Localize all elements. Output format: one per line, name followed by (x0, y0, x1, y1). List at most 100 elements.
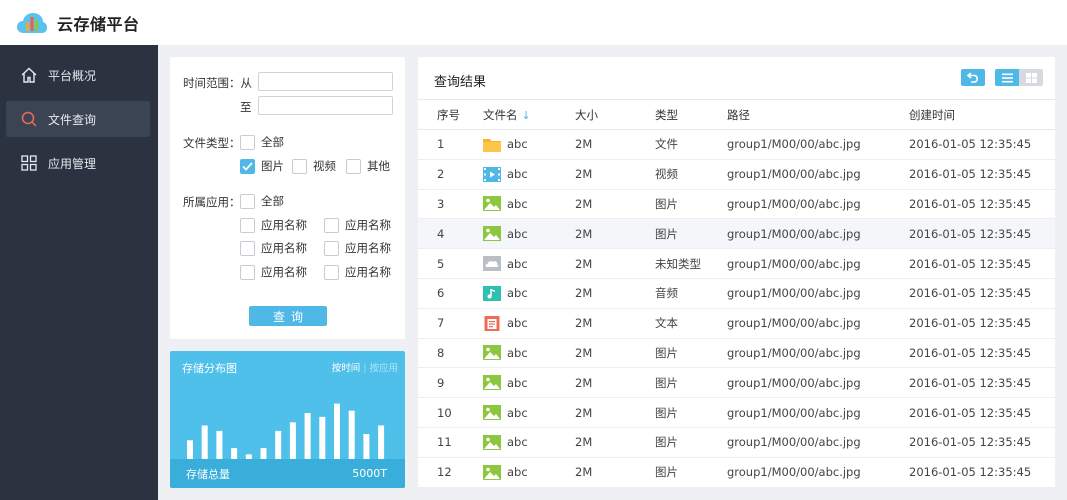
cell-filename[interactable]: abc (483, 457, 575, 488)
table-row[interactable]: 3 abc 2M 图片 group1/M00/00/abc.jpg 2016-01-05 … (418, 189, 1055, 220)
filename-wrap: abc (483, 464, 575, 480)
toggle-by-time[interactable]: 按时间 (332, 363, 361, 374)
cell-filename[interactable]: abc (483, 159, 575, 190)
storage-total-bar: 存储总量 5000T (170, 459, 405, 488)
app-all-checkbox[interactable]: 全部 (240, 193, 284, 209)
home-icon (21, 67, 37, 83)
table-header-row: 序号 文件名 ↓ 大小 类型 路径 创建时间 (418, 99, 1055, 130)
app-checkbox[interactable]: 应用名称 (240, 240, 307, 256)
app-checkbox[interactable]: 应用名称 (240, 217, 307, 233)
cell-path: group1/M00/00/abc.jpg (727, 248, 909, 279)
cell-path: group1/M00/00/abc.jpg (727, 218, 909, 250)
file-type-video-checkbox[interactable]: 视频 (292, 158, 336, 174)
filename-text: abc (507, 256, 528, 271)
cell-filename[interactable]: abc (483, 427, 575, 458)
date-from-input[interactable] (258, 72, 393, 91)
column-header-size: 大小 (575, 99, 655, 130)
cell-size: 2M (575, 338, 655, 369)
column-header-created: 创建时间 (909, 99, 1055, 130)
filename-wrap: abc (483, 315, 575, 331)
file-type-image-checkbox[interactable]: 图片 (240, 158, 284, 174)
toggle-separator: | (363, 363, 367, 374)
storage-bar (348, 410, 355, 459)
storage-total-label: 存储总量 (186, 467, 230, 481)
cell-path: group1/M00/00/abc.jpg (727, 308, 909, 339)
filename-text: abc (507, 226, 528, 241)
grid-view-icon (1025, 72, 1037, 83)
table-row[interactable]: 8 abc 2M 图片 group1/M00/00/abc.jpg 2016-01-05 … (418, 338, 1055, 369)
table-row[interactable]: 2 abc 2M 视频 group1/M00/00/abc.jpg 2016-01-05 … (418, 159, 1055, 190)
file-type-other-checkbox[interactable]: 其他 (346, 158, 390, 174)
results-title: 查询结果 (434, 75, 487, 90)
table-row[interactable]: 12 abc 2M 图片 group1/M00/00/abc.jpg 2016-01-05… (418, 457, 1055, 488)
table-row[interactable]: 6 abc 2M 音频 group1/M00/00/abc.jpg 2016-01-05 … (418, 278, 1055, 309)
cell-filename[interactable]: abc (483, 129, 575, 160)
cell-filename[interactable]: abc (483, 218, 575, 250)
app-checkbox[interactable]: 应用名称 (324, 240, 391, 256)
cell-index: 3 (418, 189, 483, 220)
checkbox-label: 全部 (261, 135, 284, 149)
cell-index: 11 (418, 427, 483, 458)
app-checkbox[interactable]: 应用名称 (240, 264, 307, 280)
table-row[interactable]: 4 abc 2M 图片 group1/M00/00/abc.jpg 2016-01-05 … (418, 218, 1055, 250)
table-row[interactable]: 7 abc 2M 文本 group1/M00/00/abc.jpg 2016-01-05 … (418, 308, 1055, 339)
filename-text: abc (507, 286, 528, 301)
filename-wrap: abc (483, 196, 575, 212)
image-file-icon (483, 434, 501, 450)
storage-bar (334, 403, 340, 459)
cell-filename[interactable]: abc (483, 248, 575, 279)
storage-bar (187, 440, 193, 459)
checkbox-label: 应用名称 (345, 265, 391, 279)
table-row[interactable]: 5 abc 2M 未知类型 group1/M00/00/abc.jpg 2016-01-0… (418, 248, 1055, 279)
cell-size: 2M (575, 248, 655, 279)
cell-filename[interactable]: abc (483, 278, 575, 309)
sidebar-item-file-query[interactable]: 文件查询 (6, 101, 150, 137)
cell-filename[interactable]: abc (483, 189, 575, 220)
file-type-all-checkbox[interactable]: 全部 (240, 134, 284, 150)
file-type-label: 文件类型： (183, 136, 241, 150)
date-to-input[interactable] (258, 96, 393, 115)
cell-created-time: 2016-01-05 12:35:45 (909, 159, 1055, 190)
back-button[interactable] (961, 69, 985, 86)
filename-wrap: abc (483, 166, 575, 182)
cell-index: 7 (418, 308, 483, 339)
query-button[interactable]: 查询 (249, 306, 327, 326)
filename-text: abc (507, 196, 528, 211)
column-header-type: 类型 (655, 99, 727, 130)
sidebar-item-app-management[interactable]: 应用管理 (6, 145, 150, 181)
results-panel: 查询结果 序号 文件名 ↓ 大小 类型 路径 创建时间 1 abc 2M 文件 … (418, 57, 1055, 488)
cell-size: 2M (575, 457, 655, 488)
checkbox-box (240, 217, 255, 233)
unknown-file-icon (483, 256, 501, 272)
cell-filename[interactable]: abc (483, 367, 575, 399)
table-row[interactable]: 1 abc 2M 文件 group1/M00/00/abc.jpg 2016-01-05 … (418, 129, 1055, 160)
sort-down-icon[interactable]: ↓ (522, 109, 531, 122)
cell-created-time: 2016-01-05 12:35:45 (909, 457, 1055, 488)
checkbox-label: 应用名称 (261, 241, 307, 255)
column-header-filename[interactable]: 文件名 ↓ (483, 99, 575, 130)
cell-type: 图片 (655, 427, 727, 458)
table-row[interactable]: 9 abc 2M 图片 group1/M00/00/abc.jpg 2016-01-05 … (418, 367, 1055, 399)
results-table: 序号 文件名 ↓ 大小 类型 路径 创建时间 1 abc 2M 文件 group1/M00… (418, 99, 1055, 488)
cell-created-time: 2016-01-05 12:35:45 (909, 367, 1055, 399)
table-row[interactable]: 11 abc 2M 图片 group1/M00/00/abc.jpg 2016-01-05… (418, 427, 1055, 458)
app-checkbox[interactable]: 应用名称 (324, 217, 391, 233)
filename-text: abc (507, 465, 528, 480)
list-view-button[interactable] (995, 69, 1019, 86)
grid-view-button[interactable] (1019, 69, 1043, 86)
storage-distribution-panel: 存储分布图 按时间 | 按应用 存储总量 5000T (170, 351, 405, 488)
cell-created-time: 2016-01-05 12:35:45 (909, 129, 1055, 160)
cell-filename[interactable]: abc (483, 338, 575, 369)
cell-type: 图片 (655, 457, 727, 488)
cell-index: 4 (418, 218, 483, 250)
image-file-icon (483, 375, 501, 391)
app-checkbox[interactable]: 应用名称 (324, 264, 391, 280)
checkbox-label: 应用名称 (345, 218, 391, 232)
toggle-by-app[interactable]: 按应用 (369, 363, 398, 374)
cell-filename[interactable]: abc (483, 308, 575, 339)
table-row[interactable]: 10 abc 2M 图片 group1/M00/00/abc.jpg 2016-01-05… (418, 397, 1055, 428)
sidebar: 平台概况 文件查询 应用管理 (0, 45, 158, 500)
cell-filename[interactable]: abc (483, 397, 575, 428)
app-header: 云存储平台 (0, 0, 1067, 45)
sidebar-item-overview[interactable]: 平台概况 (6, 57, 150, 93)
